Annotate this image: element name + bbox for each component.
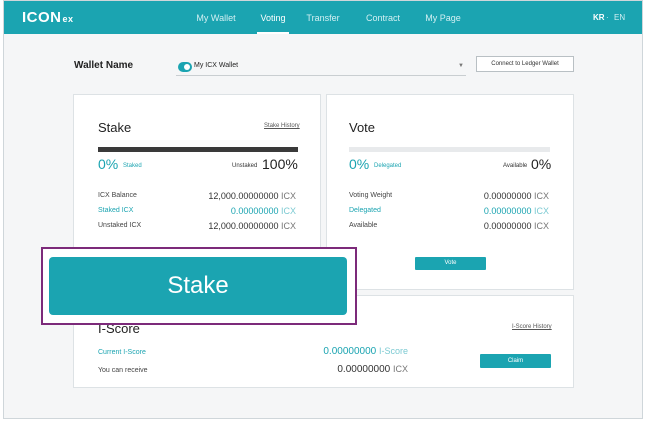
logo-sub: ex	[62, 14, 74, 24]
current-iscore-unit: I-Score	[378, 346, 408, 356]
wallet-name-label: Wallet Name	[74, 60, 134, 71]
claim-button[interactable]: Claim	[480, 354, 551, 368]
current-iscore-label: Current I-Score	[98, 349, 146, 356]
delegated-unit: ICX	[533, 206, 549, 216]
unstaked-percent: 100%	[262, 156, 298, 172]
stake-card: Stake Stake History 0% Staked Unstaked 1…	[73, 94, 321, 250]
lang-en[interactable]: EN	[614, 13, 625, 22]
staked-label: Staked	[123, 163, 142, 169]
icx-balance-amount: 12,000.00000000	[208, 191, 279, 201]
delegated-label: Delegated	[374, 163, 402, 169]
available-row-value: 0.00000000 ICX	[484, 221, 549, 231]
lang-separator: ·	[606, 13, 609, 22]
delegated-row-value: 0.00000000 ICX	[484, 206, 549, 216]
voting-weight-label: Voting Weight	[349, 192, 393, 199]
stake-title: Stake	[98, 120, 132, 135]
voting-weight-value: 0.00000000 ICX	[484, 191, 549, 201]
chevron-down-icon: ▼	[458, 63, 464, 69]
available-amount: 0.00000000	[483, 221, 532, 231]
stake-history-link[interactable]: Stake History	[264, 123, 300, 129]
vote-progress-bar	[349, 147, 550, 152]
receive-amount: 0.00000000	[337, 364, 391, 375]
icx-balance-unit: ICX	[280, 191, 296, 201]
nav-transfer[interactable]: Transfer	[306, 1, 340, 34]
available-label: Available	[503, 163, 528, 169]
current-iscore-amount: 0.00000000	[323, 346, 377, 357]
unstaked-icx-label: Unstaked ICX	[98, 222, 142, 229]
stake-progress-bar	[98, 147, 298, 152]
unstaked-icx-unit: ICX	[280, 221, 296, 231]
delegated-row-label: Delegated	[349, 207, 381, 214]
staked-icx-label: Staked ICX	[98, 207, 134, 214]
staked-icx-unit: ICX	[280, 206, 296, 216]
voting-weight-unit: ICX	[533, 191, 549, 201]
unstaked-icx-value: 12,000.00000000 ICX	[208, 221, 296, 231]
unstaked-label: Unstaked	[232, 163, 258, 169]
logo-text: ICON	[22, 9, 62, 26]
iconex-logo[interactable]: ICONex	[22, 9, 74, 26]
vote-title: Vote	[349, 120, 376, 135]
staked-icx-amount: 0.00000000	[230, 206, 279, 216]
stake-button-highlight: Stake	[41, 247, 357, 325]
delegated-amount: 0.00000000	[483, 206, 532, 216]
nav-contract[interactable]: Contract	[364, 1, 402, 34]
wallet-selected-name: My ICX Wallet	[194, 62, 239, 69]
iscore-history-link[interactable]: I-Score History	[512, 324, 552, 330]
unstaked-icx-amount: 12,000.00000000	[208, 221, 279, 231]
voting-weight-amount: 0.00000000	[483, 191, 532, 201]
wallet-select[interactable]: My ICX Wallet ▼	[176, 60, 466, 76]
connect-ledger-button[interactable]: Connect to Ledger Wallet	[476, 56, 574, 72]
top-nav: ICONex My Wallet Voting Transfer Contrac…	[4, 1, 642, 34]
available-row-label: Available	[349, 222, 378, 229]
receive-value: 0.00000000 ICX	[337, 364, 408, 375]
vote-card: Vote 0% Delegated Available 0% Voting We…	[326, 94, 574, 290]
icx-balance-label: ICX Balance	[98, 192, 137, 199]
wallet-toggle-icon	[178, 62, 192, 72]
app-window: ICONex My Wallet Voting Transfer Contrac…	[3, 0, 643, 419]
available-unit: ICX	[533, 221, 549, 231]
icx-balance-value: 12,000.00000000 ICX	[208, 191, 296, 201]
receive-label: You can receive	[98, 367, 148, 374]
delegated-percent: 0%	[349, 156, 370, 172]
nav-voting[interactable]: Voting	[257, 1, 289, 34]
receive-unit: ICX	[392, 364, 408, 374]
nav-my-wallet[interactable]: My Wallet	[194, 1, 238, 34]
vote-button[interactable]: Vote	[415, 257, 486, 270]
stake-button[interactable]: Stake	[49, 257, 347, 315]
available-percent: 0%	[531, 156, 552, 172]
staked-percent: 0%	[98, 156, 119, 172]
nav-my-page[interactable]: My Page	[424, 1, 462, 34]
lang-kr[interactable]: KR	[593, 13, 605, 22]
staked-icx-value: 0.00000000 ICX	[231, 206, 296, 216]
current-iscore-value: 0.00000000 I-Score	[323, 346, 408, 357]
